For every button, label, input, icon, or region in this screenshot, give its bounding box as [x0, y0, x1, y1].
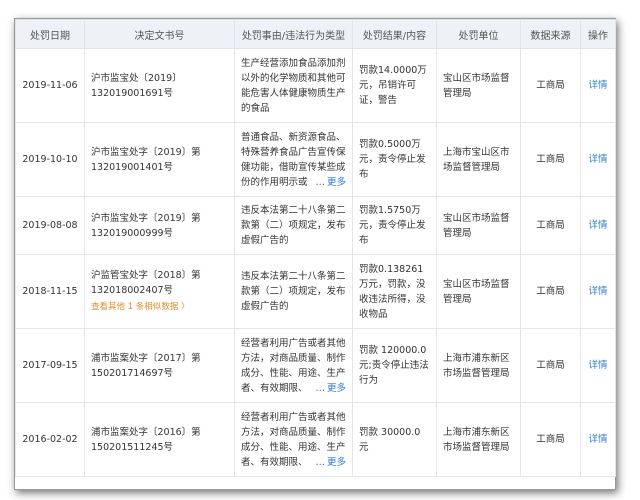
cell-doc-number: 沪市监宝处字〔2019〕第132019000999号 [84, 196, 235, 255]
reason-text: 违反本法第二十八条第二款第（二）项规定，发布虚假广告的 [241, 271, 346, 312]
cell-action: 详情 [580, 328, 616, 403]
cell-unit: 宝山区市场监督管理局 [436, 254, 521, 329]
cell-date: 2019-08-08 [15, 196, 85, 255]
cell-reason: 普通食品、新资源食品、特殊营养食品广告宣传保健功能，借助宣传某些成份的作用明示或… [234, 122, 353, 197]
table-row: 2019-11-06 沪市监宝处〔2019〕132019001691号 生产经营… [15, 48, 616, 123]
cell-date: 2019-10-10 [15, 122, 85, 197]
penalty-table-frame: 处罚日期 决定文书号 处罚事由/违法行为类型 处罚结果/内容 处罚单位 数据来源… [14, 18, 616, 490]
cell-action: 详情 [580, 48, 616, 123]
related-data-link[interactable]: 查看其他 1 条相似数据 〉 [91, 300, 228, 315]
more-wrap: … 更多 [312, 454, 346, 470]
cell-doc-number: 浦市监案处字〔2016〕第150201511245号 [84, 402, 235, 477]
reason-text: 违反本法第二十八条第二款第（二）项规定，发布虚假广告的 [241, 205, 346, 246]
more-link[interactable]: 更多 [327, 177, 346, 188]
table-row: 2017-09-15 浦市监案处字〔2017〕第150201714697号 经营… [15, 328, 616, 403]
ellipsis: … [315, 456, 325, 468]
cell-source: 工商局 [520, 328, 581, 403]
table-row: 2016-02-02 浦市监案处字〔2016〕第150201511245号 经营… [15, 402, 616, 477]
more-wrap: … 更多 [312, 380, 346, 396]
cell-reason: 生产经营添加食品添加剂以外的化学物质和其他可能危害人体健康物质生产的食品 [234, 48, 353, 123]
cell-source: 工商局 [520, 402, 581, 477]
detail-link[interactable]: 详情 [588, 434, 607, 445]
ellipsis: … [315, 176, 325, 188]
table-row: 2019-10-10 沪市监宝处字〔2019〕第132019001401号 普通… [15, 122, 616, 197]
cell-unit: 宝山区市场监督管理局 [436, 48, 521, 123]
cell-source: 工商局 [520, 254, 581, 329]
cell-date: 2018-11-15 [15, 254, 85, 329]
header-action: 操作 [580, 19, 616, 49]
cell-source: 工商局 [520, 196, 581, 255]
header-result: 处罚结果/内容 [352, 19, 437, 49]
cell-doc-number: 沪市监宝处〔2019〕132019001691号 [84, 48, 235, 123]
doc-number-text: 沪监管宝处字〔2018〕第132018002407号 [91, 270, 201, 296]
detail-link[interactable]: 详情 [588, 220, 607, 231]
cell-unit: 上海市浦东新区市场监督管理局 [436, 402, 521, 477]
cell-result: 罚款0.5000万元，责令停止发布 [352, 122, 437, 197]
cell-reason: 经营者利用广告或者其他方法，对商品质量、制作成分、性能、用途、生产者、有效期限、… [234, 328, 353, 403]
cell-result: 罚款 30000.0 元 [352, 402, 437, 477]
cell-reason: 经营者利用广告或者其他方法，对商品质量、制作成分、性能、用途、生产者、有效期限、… [234, 402, 353, 477]
cell-result: 罚款 120000.0 元;责令停止违法行为 [352, 328, 437, 403]
cell-date: 2019-11-06 [15, 48, 85, 123]
cell-result: 罚款1.5750万元，责令停止发布 [352, 196, 437, 255]
header-unit: 处罚单位 [436, 19, 521, 49]
cell-result: 罚款14.0000万元，吊销许可证，警告 [352, 48, 437, 123]
cell-date: 2016-02-02 [15, 402, 85, 477]
cell-unit: 上海市宝山区市场监督管理局 [436, 122, 521, 197]
more-wrap: … 更多 [312, 174, 346, 190]
more-link[interactable]: 更多 [327, 383, 346, 394]
cell-unit: 上海市浦东新区市场监督管理局 [436, 328, 521, 403]
table-row: 2018-11-15 沪监管宝处字〔2018〕第132018002407号 查看… [15, 254, 616, 329]
detail-link[interactable]: 详情 [588, 286, 607, 297]
cell-doc-number: 沪监管宝处字〔2018〕第132018002407号 查看其他 1 条相似数据 … [84, 254, 235, 329]
table-row: 2019-08-08 沪市监宝处字〔2019〕第132019000999号 违反… [15, 196, 616, 255]
detail-link[interactable]: 详情 [588, 154, 607, 165]
cell-source: 工商局 [520, 122, 581, 197]
table-header-row: 处罚日期 决定文书号 处罚事由/违法行为类型 处罚结果/内容 处罚单位 数据来源… [15, 19, 616, 49]
detail-link[interactable]: 详情 [588, 80, 607, 91]
cell-result: 罚款0.138261万元，罚款，没收违法所得，没收物品 [352, 254, 437, 329]
cell-action: 详情 [580, 122, 616, 197]
cell-reason: 违反本法第二十八条第二款第（二）项规定，发布虚假广告的 [234, 254, 353, 329]
cell-unit: 宝山区市场监督管理局 [436, 196, 521, 255]
reason-text: 生产经营添加食品添加剂以外的化学物质和其他可能危害人体健康物质生产的食品 [241, 57, 346, 114]
cell-action: 详情 [580, 254, 616, 329]
header-doc-number: 决定文书号 [84, 19, 235, 49]
header-source: 数据来源 [520, 19, 581, 49]
cell-doc-number: 沪市监宝处字〔2019〕第132019001401号 [84, 122, 235, 197]
cell-action: 详情 [580, 402, 616, 477]
header-date: 处罚日期 [15, 19, 85, 49]
cell-date: 2017-09-15 [15, 328, 85, 403]
detail-link[interactable]: 详情 [588, 360, 607, 371]
cell-doc-number: 浦市监案处字〔2017〕第150201714697号 [84, 328, 235, 403]
penalty-table: 处罚日期 决定文书号 处罚事由/违法行为类型 处罚结果/内容 处罚单位 数据来源… [15, 19, 616, 477]
more-link[interactable]: 更多 [327, 457, 346, 468]
cell-source: 工商局 [520, 48, 581, 123]
header-reason: 处罚事由/违法行为类型 [234, 19, 353, 49]
cell-action: 详情 [580, 196, 616, 255]
ellipsis: … [315, 382, 325, 394]
cell-reason: 违反本法第二十八条第二款第（二）项规定，发布虚假广告的 [234, 196, 353, 255]
